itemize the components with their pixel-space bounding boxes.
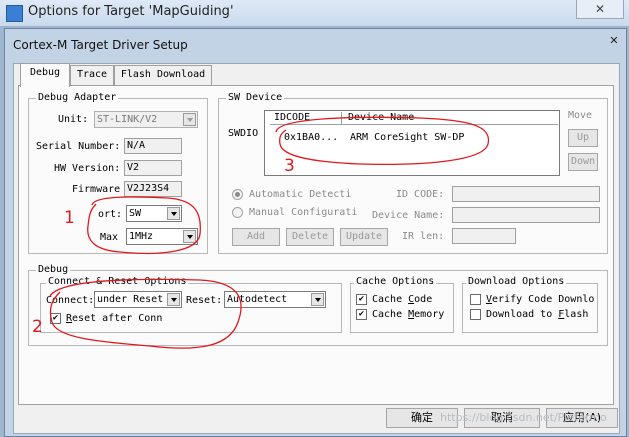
annotation-circle-1 [87, 196, 201, 255]
annotation-circle-3 [275, 116, 490, 165]
annotation-overlay [49, 116, 490, 349]
annotation-number-2: 2 [32, 317, 43, 337]
tab-debug[interactable]: Debug [20, 63, 70, 87]
annotation-circle-2 [49, 278, 242, 349]
annotation-number-1: 1 [64, 208, 75, 228]
annotation-number-3: 3 [284, 156, 295, 176]
